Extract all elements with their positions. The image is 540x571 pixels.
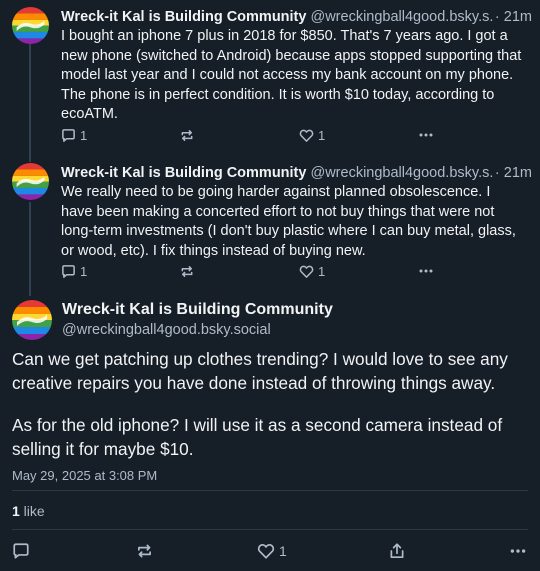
like-count: 1 xyxy=(318,127,326,143)
reply-button[interactable]: 1 xyxy=(61,262,87,280)
speech-bubble-icon xyxy=(62,128,75,142)
post-text: Can we get patching up clothes trending?… xyxy=(12,347,532,462)
post-timestamp[interactable]: May 29, 2025 at 3:08 PM xyxy=(12,468,157,483)
post-actions: 1 1 xyxy=(61,262,531,280)
avatar[interactable] xyxy=(12,300,52,340)
avatar[interactable] xyxy=(12,7,49,44)
like-button[interactable]: 1 xyxy=(299,262,325,280)
share-icon xyxy=(390,543,404,559)
post-header: Wreck-it Kal is Building Community @wrec… xyxy=(61,7,532,27)
ellipsis-icon xyxy=(419,269,433,273)
author-name[interactable]: Wreck-it Kal is Building Community xyxy=(62,300,333,320)
post-text: We really need to be going harder agains… xyxy=(61,184,516,259)
like-count: 1 xyxy=(279,543,287,559)
heart-icon xyxy=(257,543,275,559)
heart-icon xyxy=(299,265,314,278)
likes-summary[interactable]: 1 like xyxy=(12,503,45,519)
post-header: Wreck-it Kal is Building Community @wrec… xyxy=(61,163,532,183)
author-name[interactable]: Wreck-it Kal is Building Community xyxy=(61,165,306,181)
more-options-button[interactable] xyxy=(418,126,434,144)
share-button[interactable] xyxy=(388,540,406,562)
post-text: I bought an iphone 7 plus in 2018 for $8… xyxy=(61,28,522,123)
focused-post-actions: 1 xyxy=(0,540,540,562)
repost-button[interactable] xyxy=(179,126,195,144)
thread-post[interactable]: Wreck-it Kal is Building Community @wrec… xyxy=(0,163,540,283)
like-button[interactable]: 1 xyxy=(257,540,287,562)
likes-label: like xyxy=(19,503,45,519)
reply-count: 1 xyxy=(80,263,88,279)
ellipsis-icon xyxy=(419,133,433,137)
repost-arrows-icon xyxy=(138,544,151,558)
like-count: 1 xyxy=(318,263,326,279)
post-paragraph: Can we get patching up clothes trending?… xyxy=(12,349,508,394)
author-handle[interactable]: @wreckingball4good.bsky.s... xyxy=(310,9,501,25)
reply-button[interactable] xyxy=(12,540,30,562)
post-paragraph: As for the old iphone? I will use it as … xyxy=(12,414,503,460)
more-options-button[interactable] xyxy=(418,262,434,280)
repost-button[interactable] xyxy=(179,262,195,280)
author-name[interactable]: Wreck-it Kal is Building Community xyxy=(61,9,306,25)
reply-button[interactable]: 1 xyxy=(61,126,87,144)
repost-arrows-icon xyxy=(181,129,193,141)
thread-view: Wreck-it Kal is Building Community @wrec… xyxy=(0,0,540,571)
author-handle[interactable]: @wreckingball4good.bsky.social xyxy=(62,321,271,339)
heart-icon xyxy=(299,129,314,142)
reply-count: 1 xyxy=(80,127,88,143)
likes-total: 1 xyxy=(12,503,20,519)
divider xyxy=(12,529,528,530)
speech-bubble-icon xyxy=(62,264,75,278)
avatar[interactable] xyxy=(12,163,49,200)
repost-button[interactable] xyxy=(135,540,154,562)
speech-bubble-icon xyxy=(13,543,29,559)
more-options-button[interactable] xyxy=(509,540,527,562)
post-actions: 1 1 xyxy=(61,126,531,144)
thread-post[interactable]: Wreck-it Kal is Building Community @wrec… xyxy=(0,7,540,147)
ellipsis-icon xyxy=(510,549,526,553)
post-time[interactable]: · 21m xyxy=(492,163,532,183)
repost-arrows-icon xyxy=(181,265,193,277)
divider xyxy=(12,490,528,491)
like-button[interactable]: 1 xyxy=(299,126,325,144)
post-time[interactable]: · 21m xyxy=(492,7,532,27)
author-handle[interactable]: @wreckingball4good.bsky.s... xyxy=(310,165,501,181)
